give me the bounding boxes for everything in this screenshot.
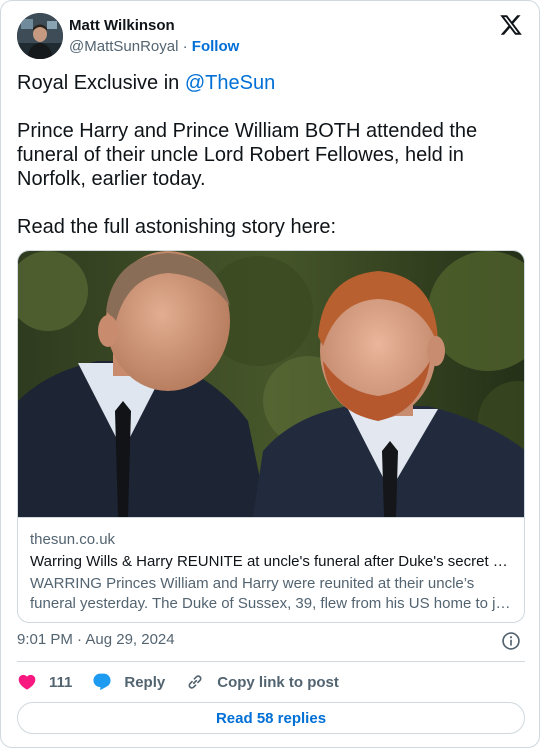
heart-icon xyxy=(18,674,36,690)
tweet-paragraph-3: Read the full astonishing story here: xyxy=(17,216,337,238)
reply-bubble-icon xyxy=(93,673,111,691)
info-icon[interactable] xyxy=(501,631,521,651)
reply-action[interactable]: Reply xyxy=(92,672,165,692)
tweet-timestamp[interactable]: 9:01 PM · Aug 29, 2024 xyxy=(17,631,175,648)
mention-thesun-link[interactable]: @TheSun xyxy=(185,72,275,94)
tweet-paragraph-2: Prince Harry and Prince William BOTH att… xyxy=(17,120,478,190)
copy-link-label: Copy link to post xyxy=(217,673,339,691)
tweet-text: Royal Exclusive in @TheSun Prince Harry … xyxy=(17,71,517,239)
divider xyxy=(17,661,525,662)
copy-link-action[interactable]: Copy link to post xyxy=(185,672,339,692)
read-replies-button[interactable]: Read 58 replies xyxy=(17,702,525,734)
x-logo-icon[interactable] xyxy=(499,13,523,37)
embedded-tweet-card: Matt Wilkinson @MattSunRoyal · Follow Ro… xyxy=(0,0,540,748)
link-description: WARRING Princes William and Harry were r… xyxy=(30,574,514,614)
follow-button[interactable]: Follow xyxy=(192,38,240,55)
tweet-actions: 111 Reply Copy link to post xyxy=(17,671,359,693)
link-title: Warring Wills & Harry REUNITE at uncle's… xyxy=(30,553,514,570)
reply-label: Reply xyxy=(124,673,166,691)
link-description-line-2: funeral yesterday. The Duke of Sussex, 3… xyxy=(30,595,514,612)
link-preview-image[interactable] xyxy=(18,251,524,517)
link-description-line-1: WARRING Princes William and Harry were r… xyxy=(30,575,475,592)
author-avatar[interactable] xyxy=(17,13,63,59)
like-count: 111 xyxy=(49,673,73,691)
author-handle[interactable]: @MattSunRoyal xyxy=(69,38,178,55)
author-name[interactable]: Matt Wilkinson xyxy=(69,17,175,34)
link-preview-card[interactable]: thesun.co.uk Warring Wills & Harry REUNI… xyxy=(17,250,525,623)
tweet-line-1-text: Royal Exclusive in xyxy=(17,72,185,94)
link-icon xyxy=(188,675,202,689)
like-action[interactable]: 111 xyxy=(17,672,72,692)
author-handle-line: @MattSunRoyal · Follow xyxy=(69,38,239,55)
link-domain: thesun.co.uk xyxy=(30,531,116,548)
link-preview-meta: thesun.co.uk Warring Wills & Harry REUNI… xyxy=(18,517,524,622)
tweet-line-1: Royal Exclusive in @TheSun xyxy=(17,71,517,95)
handle-separator: · xyxy=(182,38,188,55)
